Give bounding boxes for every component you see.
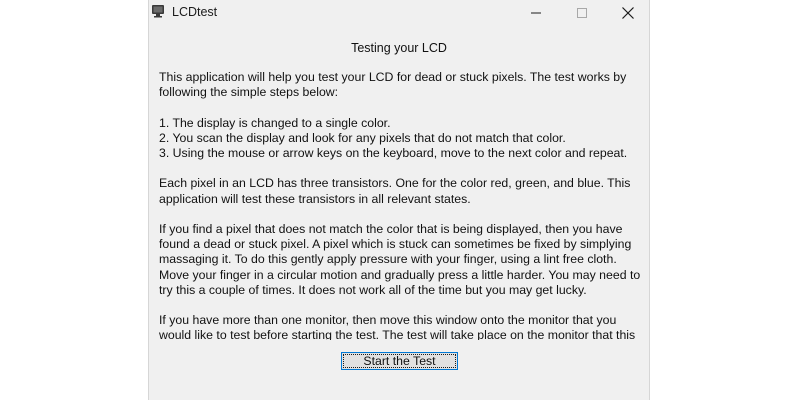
app-window: LCDtest Testing your LCD This applicatio… [148,0,650,400]
close-icon [622,7,634,19]
step-2: 2. You scan the display and look for any… [159,130,566,145]
fix-paragraph: If you find a pixel that does not match … [159,221,641,297]
step-1: 1. The display is changed to a single co… [159,115,391,130]
monitor-paragraph: If you have more than one monitor, then … [159,313,636,340]
step-list: 1. The display is changed to a single co… [159,116,645,162]
intro-paragraph: This application will help you test your… [159,70,627,100]
title-bar[interactable]: LCDtest [149,0,649,26]
close-button[interactable] [605,0,651,26]
app-icon [151,4,165,18]
start-test-button[interactable]: Start the Test [341,352,458,370]
minimize-icon [531,12,541,14]
maximize-icon [577,8,587,18]
transistor-paragraph: Each pixel in an LCD has three transisto… [159,176,631,206]
minimize-button[interactable] [513,0,559,26]
window-title: LCDtest [172,5,218,19]
page-heading: Testing your LCD [351,41,447,55]
maximize-button[interactable] [559,0,605,26]
step-3: 3. Using the mouse or arrow keys on the … [159,146,628,160]
instructions-text: This application will help you test your… [159,70,645,340]
